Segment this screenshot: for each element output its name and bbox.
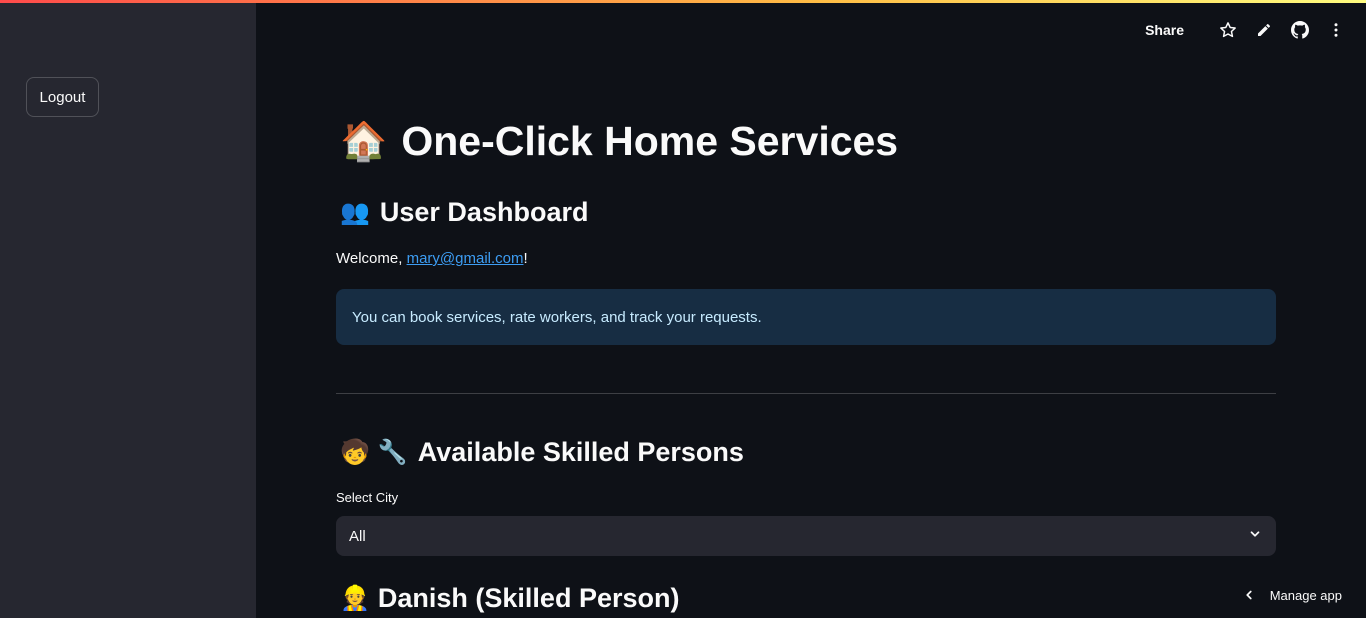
user-email-link[interactable]: mary@gmail.com [407, 250, 524, 267]
city-select-value: All [349, 527, 366, 545]
top-decoration-bar [0, 0, 1366, 3]
page-title-text: One-Click Home Services [401, 118, 899, 164]
worker-heading-text: Danish (Skilled Person) [377, 583, 680, 613]
users-icon: 👥 [340, 199, 370, 226]
skilled-persons-heading: 🧒 🔧 Available Skilled Persons [340, 437, 744, 468]
more-vertical-icon[interactable] [1326, 20, 1346, 40]
info-alert-text: You can book services, rate workers, and… [352, 308, 762, 326]
logout-button[interactable]: Logout [26, 77, 99, 117]
welcome-suffix: ! [523, 250, 528, 267]
divider [336, 393, 1276, 394]
dashboard-heading: 👥 User Dashboard [340, 197, 588, 228]
main-content: 🏠 One-Click Home Services 👥 User Dashboa… [336, 0, 1276, 618]
chevron-left-icon [1242, 588, 1256, 602]
wrench-icon: 🔧 [377, 439, 408, 466]
info-alert: You can book services, rate workers, and… [336, 289, 1276, 345]
construction-worker-icon: 👷 [340, 585, 370, 612]
dashboard-heading-text: User Dashboard [379, 197, 589, 227]
city-select-label: Select City [336, 490, 399, 505]
worker-heading: 👷 Danish (Skilled Person) [340, 583, 679, 614]
skilled-persons-heading-text: Available Skilled Persons [417, 437, 744, 467]
welcome-prefix: Welcome, [336, 250, 407, 267]
manage-app-label: Manage app [1269, 587, 1342, 603]
manage-app-button[interactable]: Manage app [1242, 584, 1342, 606]
person-icon: 🧒 [340, 439, 370, 466]
sidebar: Logout [0, 0, 256, 618]
welcome-message: Welcome, mary@gmail.com! [336, 250, 528, 267]
city-select[interactable]: All [336, 516, 1276, 556]
chevron-down-icon [1248, 527, 1262, 545]
github-icon[interactable] [1290, 20, 1310, 40]
house-icon: 🏠 [340, 120, 388, 163]
page-title: 🏠 One-Click Home Services [340, 118, 898, 165]
